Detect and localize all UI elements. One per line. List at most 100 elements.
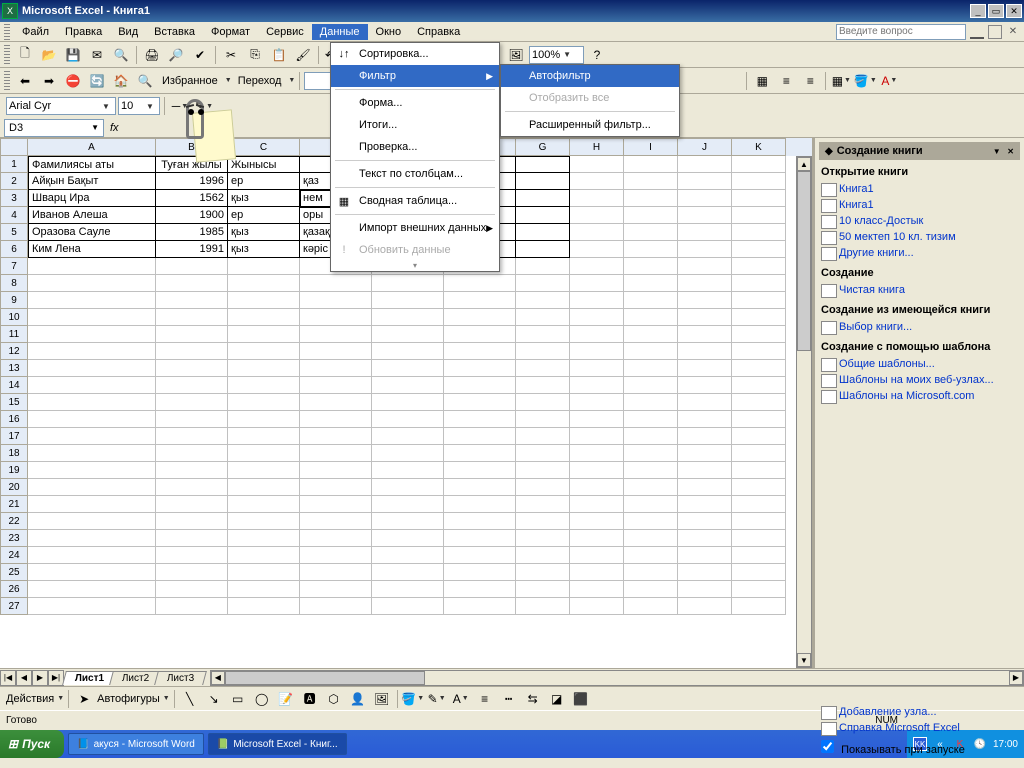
ms-templates[interactable]: Шаблоны на Microsoft.com	[819, 388, 1020, 404]
cell[interactable]	[732, 513, 786, 530]
cell[interactable]	[372, 462, 444, 479]
volume-icon[interactable]: 🕓	[973, 737, 987, 751]
cell[interactable]	[228, 479, 300, 496]
cell[interactable]	[732, 360, 786, 377]
cut-icon[interactable]: ✂	[220, 44, 242, 66]
cell[interactable]	[28, 479, 156, 496]
cell[interactable]	[678, 513, 732, 530]
scroll-left-icon[interactable]: ◀	[211, 671, 225, 685]
cell[interactable]	[624, 581, 678, 598]
cell[interactable]	[732, 394, 786, 411]
cell[interactable]	[624, 547, 678, 564]
cell[interactable]	[444, 513, 516, 530]
cell[interactable]	[732, 292, 786, 309]
menu-insert[interactable]: Вставка	[146, 24, 203, 40]
horizontal-scrollbar[interactable]: ◀ ▶	[210, 670, 1024, 686]
cell[interactable]	[516, 547, 570, 564]
menu-item[interactable]: Итоги...	[331, 114, 499, 136]
diagram-icon[interactable]: ⬡	[323, 688, 345, 710]
cell[interactable]	[624, 190, 678, 207]
cell[interactable]	[300, 343, 372, 360]
column-header[interactable]: H	[570, 138, 624, 156]
cell[interactable]	[516, 496, 570, 513]
tab-next-icon[interactable]: ▶	[32, 670, 48, 686]
row-header[interactable]: 17	[0, 428, 28, 445]
cell[interactable]	[624, 564, 678, 581]
column-header[interactable]: A	[28, 138, 156, 156]
help-search-input[interactable]	[836, 24, 966, 40]
cell[interactable]	[732, 309, 786, 326]
cell[interactable]	[28, 411, 156, 428]
cell[interactable]	[444, 292, 516, 309]
row-header[interactable]: 6	[0, 241, 28, 258]
cell[interactable]	[732, 564, 786, 581]
line-color-icon[interactable]: ✎▼	[426, 688, 448, 710]
expand-menu-icon[interactable]: ▾	[331, 261, 499, 271]
cell[interactable]	[228, 292, 300, 309]
cell[interactable]	[624, 207, 678, 224]
cell[interactable]	[678, 530, 732, 547]
cell[interactable]	[624, 598, 678, 615]
cell[interactable]	[732, 258, 786, 275]
web-search-icon[interactable]: 🔍	[134, 70, 156, 92]
row-header[interactable]: 9	[0, 292, 28, 309]
cell[interactable]	[228, 275, 300, 292]
menu-file[interactable]: Файл	[14, 24, 57, 40]
row-header[interactable]: 13	[0, 360, 28, 377]
row-header[interactable]: 16	[0, 411, 28, 428]
cell[interactable]	[624, 428, 678, 445]
cell[interactable]: 1562	[156, 190, 228, 207]
cell[interactable]	[570, 394, 624, 411]
font-color-icon[interactable]: A▼	[878, 70, 900, 92]
column-header[interactable]: C	[228, 138, 300, 156]
cell[interactable]	[732, 275, 786, 292]
fill-icon[interactable]: 🪣▼	[402, 688, 424, 710]
zoom-combo[interactable]: 100%▼	[529, 46, 584, 64]
general-templates[interactable]: Общие шаблоны...	[819, 356, 1020, 372]
cell[interactable]	[624, 275, 678, 292]
column-header[interactable]: I	[624, 138, 678, 156]
cell[interactable]	[516, 156, 570, 173]
cell[interactable]	[516, 360, 570, 377]
menu-edit[interactable]: Правка	[57, 24, 110, 40]
row-header[interactable]: 4	[0, 207, 28, 224]
cell[interactable]	[444, 411, 516, 428]
cell[interactable]	[678, 326, 732, 343]
cell[interactable]	[228, 547, 300, 564]
shadow-icon[interactable]: ◪	[546, 688, 568, 710]
scroll-thumb[interactable]	[225, 671, 425, 685]
cell[interactable]	[372, 326, 444, 343]
rect-icon[interactable]: ▭	[227, 688, 249, 710]
cell[interactable]	[228, 309, 300, 326]
cell[interactable]	[678, 479, 732, 496]
submenu-item[interactable]: Расширенный фильтр...	[501, 114, 679, 136]
align-center-icon[interactable]: ≡	[799, 70, 821, 92]
more-books[interactable]: Другие книги...	[819, 245, 1020, 261]
cell[interactable]	[624, 258, 678, 275]
cell[interactable]	[570, 173, 624, 190]
cell[interactable]	[732, 462, 786, 479]
cell[interactable]	[570, 547, 624, 564]
cell[interactable]	[372, 530, 444, 547]
cell[interactable]	[444, 445, 516, 462]
cell[interactable]	[516, 479, 570, 496]
print-icon[interactable]: 🖨	[141, 44, 163, 66]
cell[interactable]	[228, 530, 300, 547]
cell[interactable]	[678, 224, 732, 241]
row-header[interactable]: 18	[0, 445, 28, 462]
cell[interactable]	[228, 428, 300, 445]
cell[interactable]	[678, 275, 732, 292]
cell[interactable]	[678, 547, 732, 564]
border-icon[interactable]: ▦▼	[830, 70, 852, 92]
cell[interactable]	[732, 156, 786, 173]
cell[interactable]	[156, 479, 228, 496]
actions-button[interactable]: Действия	[6, 693, 54, 705]
cell[interactable]	[678, 309, 732, 326]
cell[interactable]	[444, 360, 516, 377]
row-header[interactable]: 8	[0, 275, 28, 292]
cell[interactable]: Иванов Алеша	[28, 207, 156, 224]
row-header[interactable]: 1	[0, 156, 28, 173]
cell[interactable]	[444, 343, 516, 360]
line-icon[interactable]: ╲	[179, 688, 201, 710]
cell[interactable]	[228, 258, 300, 275]
